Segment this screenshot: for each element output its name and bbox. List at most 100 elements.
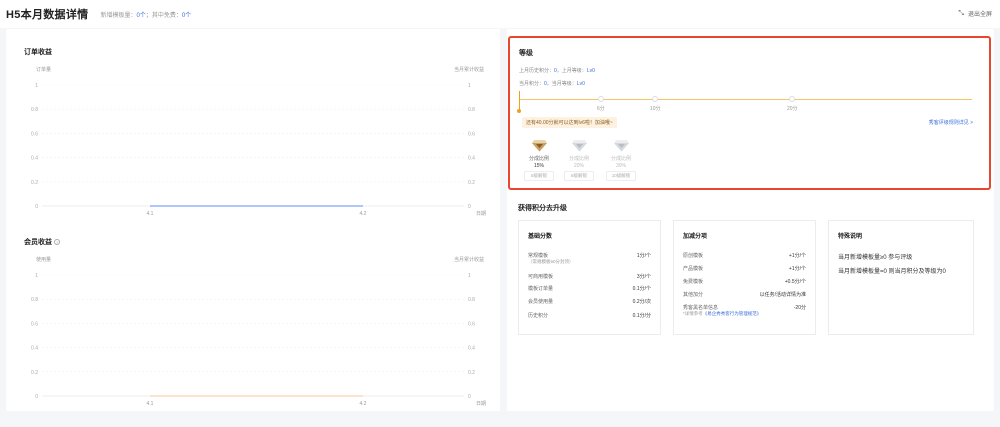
help-icon[interactable]: ? (53, 239, 60, 246)
y-tick-label-right: 0.6 (468, 131, 475, 137)
bonus-score-title: 加减分项 (683, 234, 708, 240)
y-tick-label-left: 0.4 (31, 346, 38, 352)
special-note-title: 特殊说明 (838, 234, 863, 240)
y-tick-label-left: 0 (35, 394, 38, 400)
level-title: 等级 (519, 50, 533, 57)
score-value: +0.5分/个 (784, 279, 806, 285)
unlock-label: 10级解锁 (606, 171, 636, 181)
score-value: +1分/个 (788, 253, 806, 259)
progress-marker-dot (517, 109, 521, 113)
share-label: 分成比例 (568, 156, 589, 162)
page-title: H5本月数据详情 (6, 9, 89, 21)
score-row: 模板订单量 0.1分/个 (528, 285, 651, 292)
y-axis-label-right: 当月累计收益 (454, 66, 484, 73)
y-tick-label-left: 0 (35, 204, 38, 210)
diamond-icon (571, 139, 587, 152)
share-label: 分成比例 (528, 156, 549, 162)
current-month-info: 当月积分：0，当月等级：Lv0 (519, 80, 585, 87)
last-points-label: 上月历史积分： (519, 68, 555, 74)
special-note-box: 特殊说明 当月新增模板量≥0 参与评级 当月新增模板量=0 则当月积分及等级为0 (828, 220, 974, 335)
exit-fullscreen-icon: ⤡ (958, 9, 964, 17)
basic-score-box: 基础分数 常规模板 （常规模板60分封顶） 1分/个 可商用模板 3分/个 模板订… (518, 220, 661, 335)
score-row: 产品模板 +1分/个 (683, 265, 806, 272)
score-row: 其他加分 以任务/活动详情为准 (683, 291, 806, 298)
header-bar: H5本月数据详情 新增模板量：0个；其中免费：0个 ⤡ 退出全屏 (0, 0, 1000, 28)
cur-level-label: ，当月等级： (546, 81, 577, 87)
share-badge-lv10: 分成比例 30% 10级解锁 (606, 139, 636, 181)
score-row: 免费模板 +0.5分/个 (683, 278, 806, 285)
level-tick-6 (598, 96, 604, 102)
share-percent: 15% (533, 163, 544, 169)
score-row: 原创模板 +1分/个 (683, 252, 806, 259)
x-tick-label: 4.2 (360, 401, 367, 407)
score-item: 原创模板 (683, 253, 704, 259)
x-axis-label: 日期 (476, 211, 486, 217)
member-revenue-title: 会员收益 ? (24, 237, 60, 247)
diamond-icon (613, 139, 629, 152)
x-tick-label: 4.1 (147, 211, 154, 217)
level-tick-10 (652, 96, 658, 102)
new-template-count: 0个 (136, 12, 146, 19)
level-tick-20 (789, 96, 795, 102)
level-tip: 还有40.00分就可以达到lv6啦！加油哦~ (522, 117, 617, 128)
score-item-note: *详情参考 (683, 311, 703, 316)
score-item: 会员使用量 (528, 299, 554, 305)
score-item: 免费模板 (683, 279, 704, 285)
share-badge-lv5: 分成比例 15% 5级解锁 (524, 139, 554, 181)
level-progress-track (520, 99, 972, 100)
score-item: 产品模板 (683, 266, 704, 272)
score-value: 3分/个 (636, 274, 651, 280)
y-tick-label-left: 0.6 (31, 321, 38, 327)
member-revenue-chart: 使用量 当月累计收益 0 0 0.2 0.2 0.4 0.4 0.6 0.6 0.8 0.8 1 1 4.1… (31, 256, 486, 407)
last-month-info: 上月历史积分：0，上月等级：Lv0 (519, 67, 595, 74)
score-item-note: （常规模板60分封顶） (528, 259, 574, 264)
rating-rules-link[interactable]: 秀客评级规则详见 > (929, 119, 973, 126)
level-tick-label: 10分 (650, 106, 661, 112)
score-value: 0.2分/次 (632, 299, 651, 305)
y-tick-label-right: 1 (468, 273, 471, 279)
last-level-value: Lv0 (586, 68, 595, 74)
y-tick-label-right: 0.8 (468, 297, 475, 303)
y-axis-label-left: 订单量 (36, 66, 51, 73)
y-tick-label-left: 1 (35, 83, 38, 89)
order-revenue-title: 订单收益 (24, 49, 52, 56)
free-template-count: 0个 (181, 12, 192, 19)
y-tick-label-left: 0.6 (31, 131, 38, 137)
special-note: 当月新增模板量≥0 参与评级 (838, 255, 913, 261)
y-tick-label-left: 0.2 (31, 180, 38, 186)
x-tick-label: 4.2 (360, 211, 367, 217)
level-card: 等级 上月历史积分：0，上月等级：Lv0 当月积分：0，当月等级：Lv0 6分 … (508, 36, 991, 190)
share-percent: 20% (573, 163, 584, 169)
score-row: 可商用模板 3分/个 (528, 273, 651, 280)
last-level-label: ，上月等级： (556, 68, 587, 74)
cur-points-label: 当月积分： (519, 81, 545, 87)
y-tick-label-right: 0.8 (468, 107, 475, 113)
score-row: 历史积分 0.1分/分 (528, 312, 651, 319)
basic-score-title: 基础分数 (528, 234, 553, 240)
diamond-icon (531, 139, 547, 152)
unlock-label: 5级解锁 (524, 171, 554, 181)
member-revenue-title-text: 会员收益 (24, 239, 52, 246)
score-item: 其他加分 (683, 292, 704, 298)
score-value: +1分/个 (788, 266, 806, 272)
order-revenue-chart: 订单量 当月累计收益 0 0 0.2 0.2 0.4 0.4 0.6 0.6 0.8 0.8 1 1 4.1… (31, 66, 486, 217)
score-value: 1分/个 (636, 253, 651, 259)
behavior-rules-link[interactable]: 《易企秀秀客行为管理规范》 (703, 311, 762, 316)
y-tick-label-right: 0.2 (468, 180, 475, 186)
new-template-label: 新增模板量： (100, 12, 137, 19)
y-axis-label-right: 当月累计收益 (454, 256, 484, 263)
exit-fullscreen-button[interactable]: ⤡ 退出全屏 (958, 9, 992, 19)
score-item: 模板订单量 (528, 286, 554, 292)
share-label: 分成比例 (610, 156, 631, 162)
y-axis-label-left: 使用量 (36, 256, 51, 263)
y-tick-label-left: 0.2 (31, 370, 38, 376)
free-template-label: ；其中免费： (145, 12, 182, 19)
score-item: 可商用模板 (528, 274, 554, 280)
share-percent: 30% (615, 163, 626, 169)
score-row: 会员使用量 0.2分/次 (528, 298, 651, 305)
y-tick-label-right: 0 (468, 394, 471, 400)
score-row: 常规模板 （常规模板60分封顶） 1分/个 (528, 252, 651, 265)
score-value: 0.1分/个 (632, 286, 651, 292)
score-value: 以任务/活动详情为准 (759, 292, 806, 298)
y-tick-label-left: 0.8 (31, 107, 38, 113)
